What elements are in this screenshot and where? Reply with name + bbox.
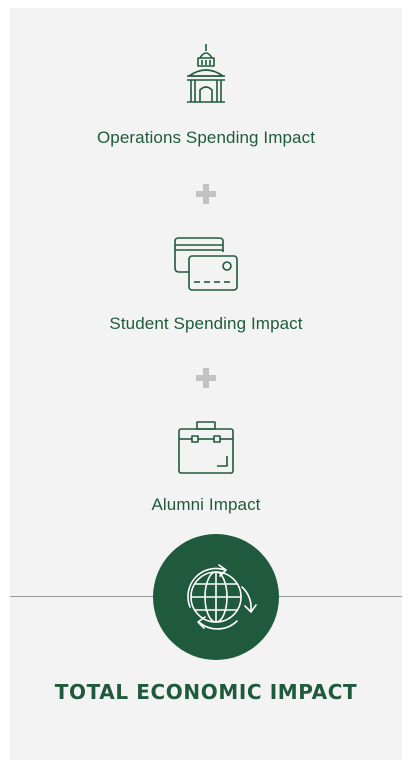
plus-icon bbox=[196, 368, 216, 388]
student-spending-label: Student Spending Impact bbox=[109, 314, 303, 333]
briefcase-icon bbox=[10, 420, 402, 476]
total-economic-impact-label: TOTAL ECONOMIC IMPACT bbox=[54, 680, 358, 704]
plus-icon bbox=[196, 184, 216, 204]
building-dome-icon bbox=[10, 42, 402, 106]
alumni-impact-label: Alumni Impact bbox=[151, 495, 261, 514]
credit-cards-icon bbox=[10, 236, 402, 294]
operations-spending-label: Operations Spending Impact bbox=[96, 128, 316, 147]
globe-cycle-icon bbox=[153, 534, 279, 660]
economic-impact-panel: Operations Spending Impact Student Spend… bbox=[10, 8, 402, 760]
